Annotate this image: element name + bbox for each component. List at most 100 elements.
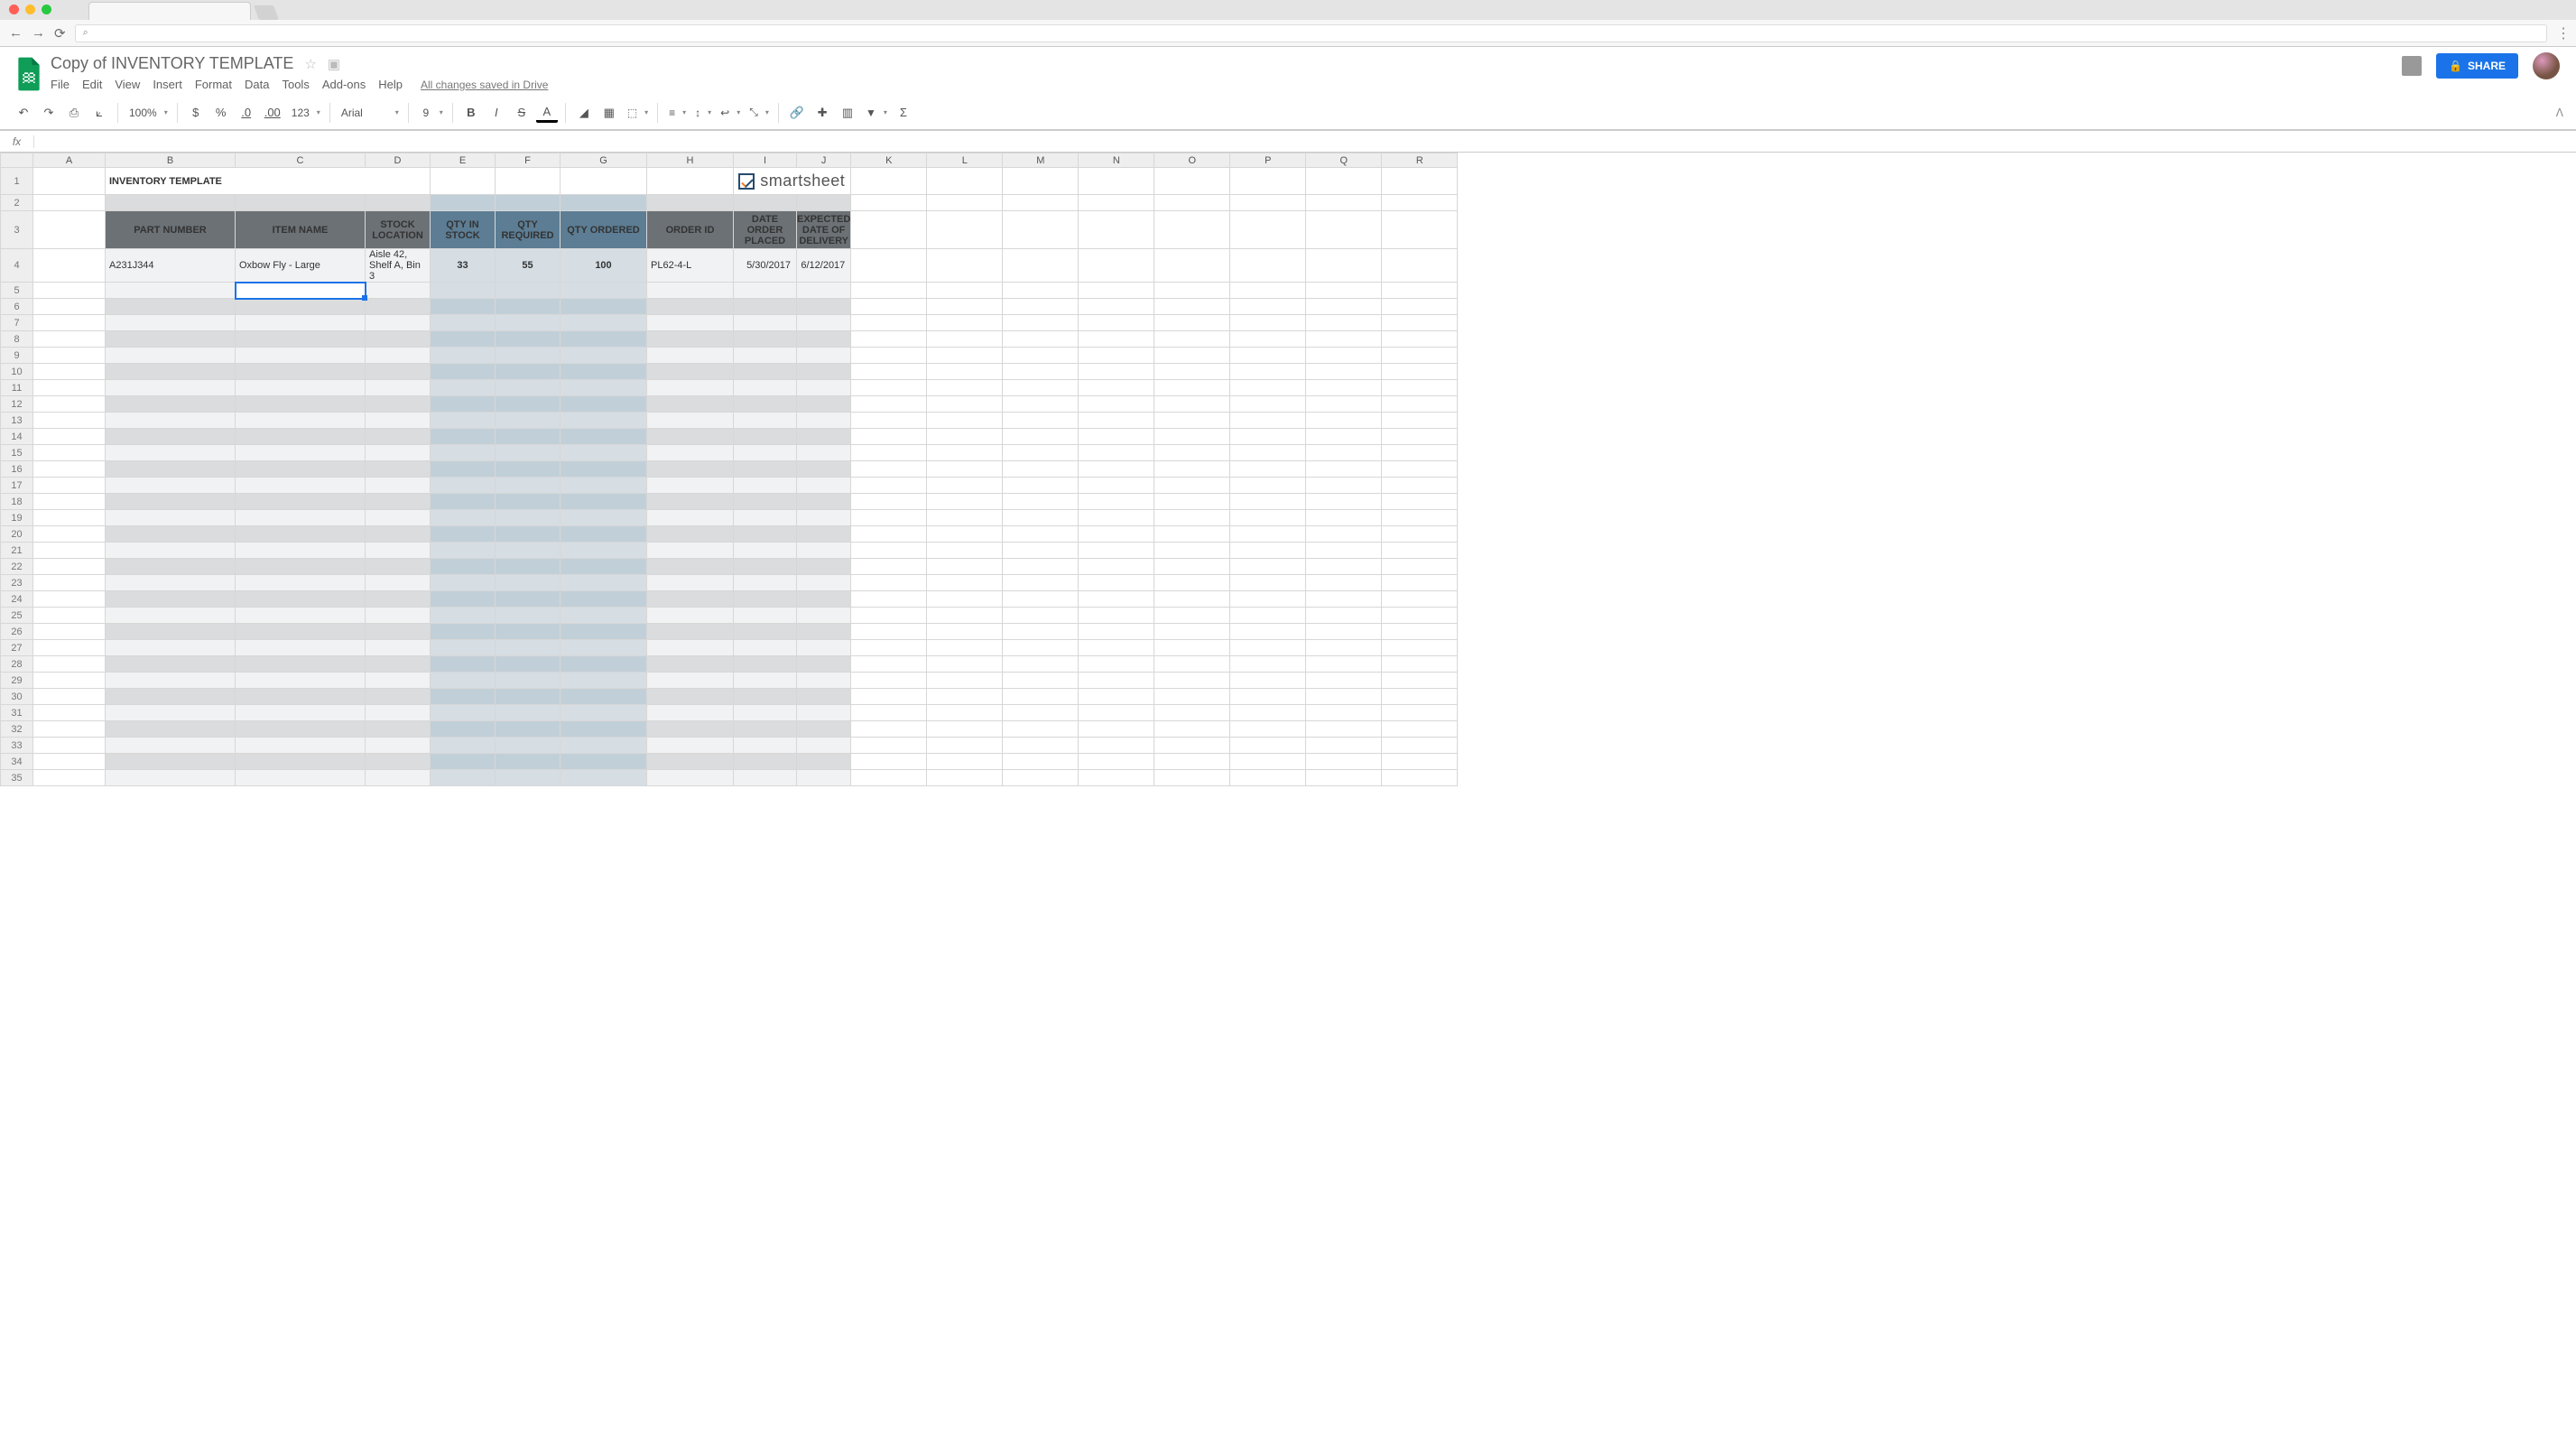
cell-P18[interactable] — [1230, 494, 1306, 510]
cell-L16[interactable] — [927, 461, 1003, 478]
cell-I26[interactable] — [734, 624, 797, 640]
cell-Q19[interactable] — [1306, 510, 1382, 526]
cell-O11[interactable] — [1154, 380, 1230, 396]
cell-L6[interactable] — [927, 299, 1003, 315]
cell-N31[interactable] — [1079, 705, 1154, 721]
cell-O6[interactable] — [1154, 299, 1230, 315]
cell-A20[interactable] — [33, 526, 106, 543]
cell-L29[interactable] — [927, 673, 1003, 689]
cell-A17[interactable] — [33, 478, 106, 494]
cell-H22[interactable] — [647, 559, 734, 575]
cell-R31[interactable] — [1382, 705, 1458, 721]
cell-A21[interactable] — [33, 543, 106, 559]
cell-M14[interactable] — [1003, 429, 1079, 445]
row-header[interactable]: 24 — [1, 591, 33, 608]
cell-R23[interactable] — [1382, 575, 1458, 591]
cell-K13[interactable] — [851, 413, 927, 429]
cell-C8[interactable] — [236, 331, 366, 348]
cell-G8[interactable] — [561, 331, 647, 348]
row-header[interactable]: 1 — [1, 168, 33, 195]
cell-O16[interactable] — [1154, 461, 1230, 478]
font-dropdown[interactable]: Arial — [338, 101, 401, 125]
cell-E2[interactable] — [431, 195, 496, 211]
cell-O15[interactable] — [1154, 445, 1230, 461]
cell-K32[interactable] — [851, 721, 927, 738]
cell-O14[interactable] — [1154, 429, 1230, 445]
cell-E1[interactable] — [431, 168, 496, 195]
cell-K2[interactable] — [851, 195, 927, 211]
cell-F15[interactable] — [496, 445, 561, 461]
cell-Q20[interactable] — [1306, 526, 1382, 543]
cell-A35[interactable] — [33, 770, 106, 786]
cell-E32[interactable] — [431, 721, 496, 738]
menu-view[interactable]: View — [115, 78, 140, 91]
cell-O20[interactable] — [1154, 526, 1230, 543]
cell-A25[interactable] — [33, 608, 106, 624]
cell-D20[interactable] — [366, 526, 431, 543]
cell-M31[interactable] — [1003, 705, 1079, 721]
cell-N13[interactable] — [1079, 413, 1154, 429]
row-header[interactable]: 26 — [1, 624, 33, 640]
cell-B15[interactable] — [106, 445, 236, 461]
cell-E5[interactable] — [431, 283, 496, 299]
cell-F28[interactable] — [496, 656, 561, 673]
cell-C33[interactable] — [236, 738, 366, 754]
cell-B11[interactable] — [106, 380, 236, 396]
cell-H34[interactable] — [647, 754, 734, 770]
cell-B33[interactable] — [106, 738, 236, 754]
cell-M5[interactable] — [1003, 283, 1079, 299]
row-header[interactable]: 14 — [1, 429, 33, 445]
cell-N22[interactable] — [1079, 559, 1154, 575]
cell-D7[interactable] — [366, 315, 431, 331]
cell-G28[interactable] — [561, 656, 647, 673]
cell-F35[interactable] — [496, 770, 561, 786]
cell-F33[interactable] — [496, 738, 561, 754]
cell-Q27[interactable] — [1306, 640, 1382, 656]
cell-H17[interactable] — [647, 478, 734, 494]
cell-F10[interactable] — [496, 364, 561, 380]
cell-H8[interactable] — [647, 331, 734, 348]
menu-file[interactable]: File — [51, 78, 69, 91]
cell-J34[interactable] — [797, 754, 851, 770]
cell-J25[interactable] — [797, 608, 851, 624]
cell-J8[interactable] — [797, 331, 851, 348]
cell-R6[interactable] — [1382, 299, 1458, 315]
cell-G5[interactable] — [561, 283, 647, 299]
cell-L10[interactable] — [927, 364, 1003, 380]
cell-C25[interactable] — [236, 608, 366, 624]
cell-Q24[interactable] — [1306, 591, 1382, 608]
cell-A4[interactable] — [33, 249, 106, 283]
cell-E21[interactable] — [431, 543, 496, 559]
cell-D26[interactable] — [366, 624, 431, 640]
cell-O18[interactable] — [1154, 494, 1230, 510]
cell-A27[interactable] — [33, 640, 106, 656]
cell-L13[interactable] — [927, 413, 1003, 429]
cell-O31[interactable] — [1154, 705, 1230, 721]
cell-J6[interactable] — [797, 299, 851, 315]
cell-R20[interactable] — [1382, 526, 1458, 543]
currency-button[interactable]: $ — [185, 101, 207, 125]
cell-J9[interactable] — [797, 348, 851, 364]
cell-A8[interactable] — [33, 331, 106, 348]
cell-B25[interactable] — [106, 608, 236, 624]
cell-C32[interactable] — [236, 721, 366, 738]
cell-J23[interactable] — [797, 575, 851, 591]
cell-N21[interactable] — [1079, 543, 1154, 559]
cell-B34[interactable] — [106, 754, 236, 770]
cell-N20[interactable] — [1079, 526, 1154, 543]
cell-E8[interactable] — [431, 331, 496, 348]
cell-F18[interactable] — [496, 494, 561, 510]
cell-N9[interactable] — [1079, 348, 1154, 364]
redo-button[interactable]: ↷ — [38, 101, 60, 125]
cell-O9[interactable] — [1154, 348, 1230, 364]
cell-C5[interactable] — [236, 283, 366, 299]
cell-A15[interactable] — [33, 445, 106, 461]
cell-Q6[interactable] — [1306, 299, 1382, 315]
cell-F6[interactable] — [496, 299, 561, 315]
minimize-window-icon[interactable] — [25, 5, 35, 14]
cell-N32[interactable] — [1079, 721, 1154, 738]
cell-H29[interactable] — [647, 673, 734, 689]
cell-E27[interactable] — [431, 640, 496, 656]
cell-G25[interactable] — [561, 608, 647, 624]
cell-B20[interactable] — [106, 526, 236, 543]
